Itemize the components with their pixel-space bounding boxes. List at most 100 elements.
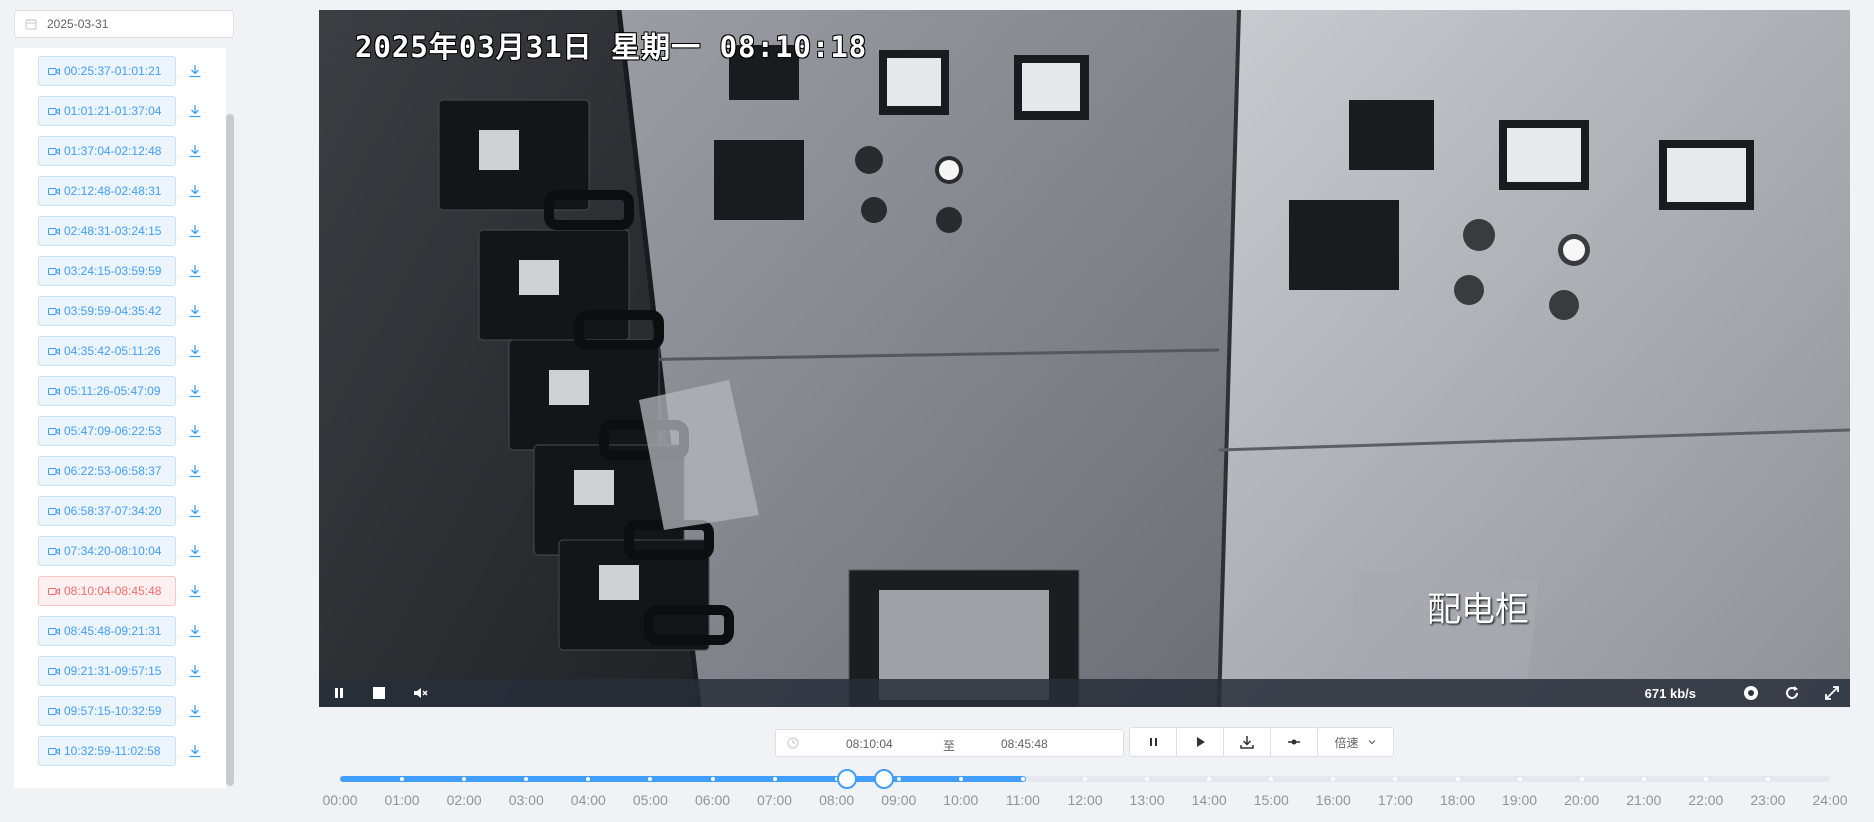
record-icon[interactable] (1743, 685, 1759, 701)
download-icon[interactable] (188, 544, 202, 558)
download-icon[interactable] (188, 344, 202, 358)
timeline[interactable]: 00:00 01:00 02:00 03:00 04:00 05:00 06:00 07:00… (0, 760, 1874, 822)
video-control-bar: 671 kb/s (319, 679, 1850, 707)
clip-item[interactable]: 05:11:26-05:47:09 (38, 376, 176, 406)
clip-item[interactable]: 01:37:04-02:12:48 (38, 136, 176, 166)
timeline-hour-label: 11:00 (1005, 792, 1040, 808)
timeline-hour-label: 01:00 (384, 792, 420, 808)
video-camera-icon (48, 467, 60, 475)
clip-time-range: 07:34:20-08:10:04 (64, 544, 162, 558)
date-input[interactable] (47, 17, 207, 31)
video-camera-icon (48, 587, 60, 595)
download-icon[interactable] (188, 504, 202, 518)
timeline-start-handle[interactable] (837, 769, 858, 789)
clip-item[interactable]: 09:57:15-10:32:59 (38, 696, 176, 726)
clip-time-range: 05:47:09-06:22:53 (64, 424, 162, 438)
timeline-hour-label: 12:00 (1067, 792, 1103, 808)
clip-row: 05:11:26-05:47:09 (38, 376, 218, 406)
stop-icon[interactable] (371, 685, 387, 701)
download-icon[interactable] (188, 184, 202, 198)
clip-item[interactable]: 05:47:09-06:22:53 (38, 416, 176, 446)
download-icon[interactable] (188, 64, 202, 78)
timeline-hour-label: 15:00 (1253, 792, 1289, 808)
timeline-hour-label: 04:00 (570, 792, 606, 808)
timeline-hour-tick (1083, 777, 1087, 781)
clip-item[interactable]: 06:58:37-07:34:20 (38, 496, 176, 526)
video-camera-icon (48, 147, 60, 155)
clip-list-scrollbar[interactable] (226, 114, 234, 786)
clip-item[interactable]: 03:24:15-03:59:59 (38, 256, 176, 286)
video-camera-icon (48, 667, 60, 675)
video-camera-icon (48, 187, 60, 195)
calendar-icon (25, 19, 37, 30)
clip-item[interactable]: 02:12:48-02:48:31 (38, 176, 176, 206)
clip-item[interactable]: 06:22:53-06:58:37 (38, 456, 176, 486)
clip-item[interactable]: 03:59:59-04:35:42 (38, 296, 176, 326)
download-icon[interactable] (188, 144, 202, 158)
download-icon[interactable] (188, 304, 202, 318)
download-icon[interactable] (188, 224, 202, 238)
speed-dropdown[interactable]: 倍速 (1318, 727, 1394, 757)
clip-item[interactable]: 07:34:20-08:10:04 (38, 536, 176, 566)
timeline-hour-label: 19:00 (1502, 792, 1538, 808)
range-start-time[interactable]: 08:10:04 (846, 737, 893, 751)
clip-item[interactable]: 00:25:37-01:01:21 (38, 56, 176, 86)
clip-item[interactable]: 01:01:21-01:37:04 (38, 96, 176, 126)
mute-icon[interactable] (412, 685, 428, 701)
timeline-hour-tick (772, 777, 777, 781)
timeline-hour-label: 09:00 (881, 792, 917, 808)
clip-item[interactable]: 02:48:31-03:24:15 (38, 216, 176, 246)
download-icon[interactable] (188, 264, 202, 278)
download-icon[interactable] (188, 384, 202, 398)
clip-item[interactable]: 08:45:48-09:21:31 (38, 616, 176, 646)
video-camera-icon (48, 227, 60, 235)
clip-button[interactable] (1270, 727, 1318, 757)
pause-button[interactable] (1129, 727, 1177, 757)
timeline-hour-label: 06:00 (694, 792, 731, 808)
clock-icon (787, 737, 799, 749)
clip-time-range: 02:48:31-03:24:15 (64, 224, 162, 238)
time-range-picker[interactable]: 08:10:04 至 08:45:48 (775, 729, 1124, 757)
download-icon[interactable] (188, 664, 202, 678)
timeline-hour-tick (1765, 777, 1770, 781)
download-icon[interactable] (188, 624, 202, 638)
timeline-hour-label: 14:00 (1191, 792, 1227, 808)
range-end-time[interactable]: 08:45:48 (1001, 737, 1048, 751)
timeline-hour-tick (958, 777, 963, 781)
download-icon[interactable] (188, 744, 202, 758)
refresh-icon[interactable] (1784, 685, 1800, 701)
clip-list[interactable]: 00:25:37-01:01:21 01:01:21-01:37:04 01:37:… (14, 48, 226, 788)
download-button[interactable] (1223, 727, 1271, 757)
timeline-hour-tick (1641, 777, 1646, 781)
video-player[interactable]: 2025年03月31日 星期一 08:10:18 配电柜 671 kb/s (319, 10, 1850, 707)
download-icon[interactable] (188, 104, 202, 118)
clip-time-range: 01:01:21-01:37:04 (64, 104, 162, 118)
timeline-end-handle[interactable] (874, 769, 895, 789)
clip-row: 07:34:20-08:10:04 (38, 536, 218, 566)
download-icon[interactable] (188, 584, 202, 598)
video-camera-icon (48, 427, 60, 435)
clip-time-range: 08:10:04-08:45:48 (64, 584, 162, 598)
clip-item[interactable]: 09:21:31-09:57:15 (38, 656, 176, 686)
video-camera-icon (48, 267, 60, 275)
pause-icon (1150, 738, 1157, 746)
download-icon[interactable] (188, 704, 202, 718)
fullscreen-icon[interactable] (1824, 685, 1840, 701)
video-camera-icon (48, 627, 60, 635)
chevron-down-icon (1368, 740, 1375, 745)
download-icon[interactable] (188, 424, 202, 438)
download-icon[interactable] (188, 464, 202, 478)
timeline-recorded-fill (340, 776, 1027, 782)
speed-label: 倍速 (1334, 735, 1359, 750)
timeline-hour-label: 22:00 (1688, 792, 1724, 808)
date-picker[interactable] (14, 10, 234, 38)
clip-item[interactable]: 04:35:42-05:11:26 (38, 336, 176, 366)
bitrate-readout: 671 kb/s (1644, 686, 1696, 701)
osd-timestamp: 2025年03月31日 星期一 08:10:18 (355, 30, 868, 64)
sidebar: 00:25:37-01:01:21 01:01:21-01:37:04 01:37:… (14, 10, 234, 788)
play-button[interactable] (1176, 727, 1224, 757)
play-icon (1197, 737, 1205, 747)
clip-item[interactable]: 08:10:04-08:45:48 (38, 576, 176, 606)
pause-icon[interactable] (331, 685, 347, 701)
timeline-hour-tick (1579, 777, 1584, 781)
